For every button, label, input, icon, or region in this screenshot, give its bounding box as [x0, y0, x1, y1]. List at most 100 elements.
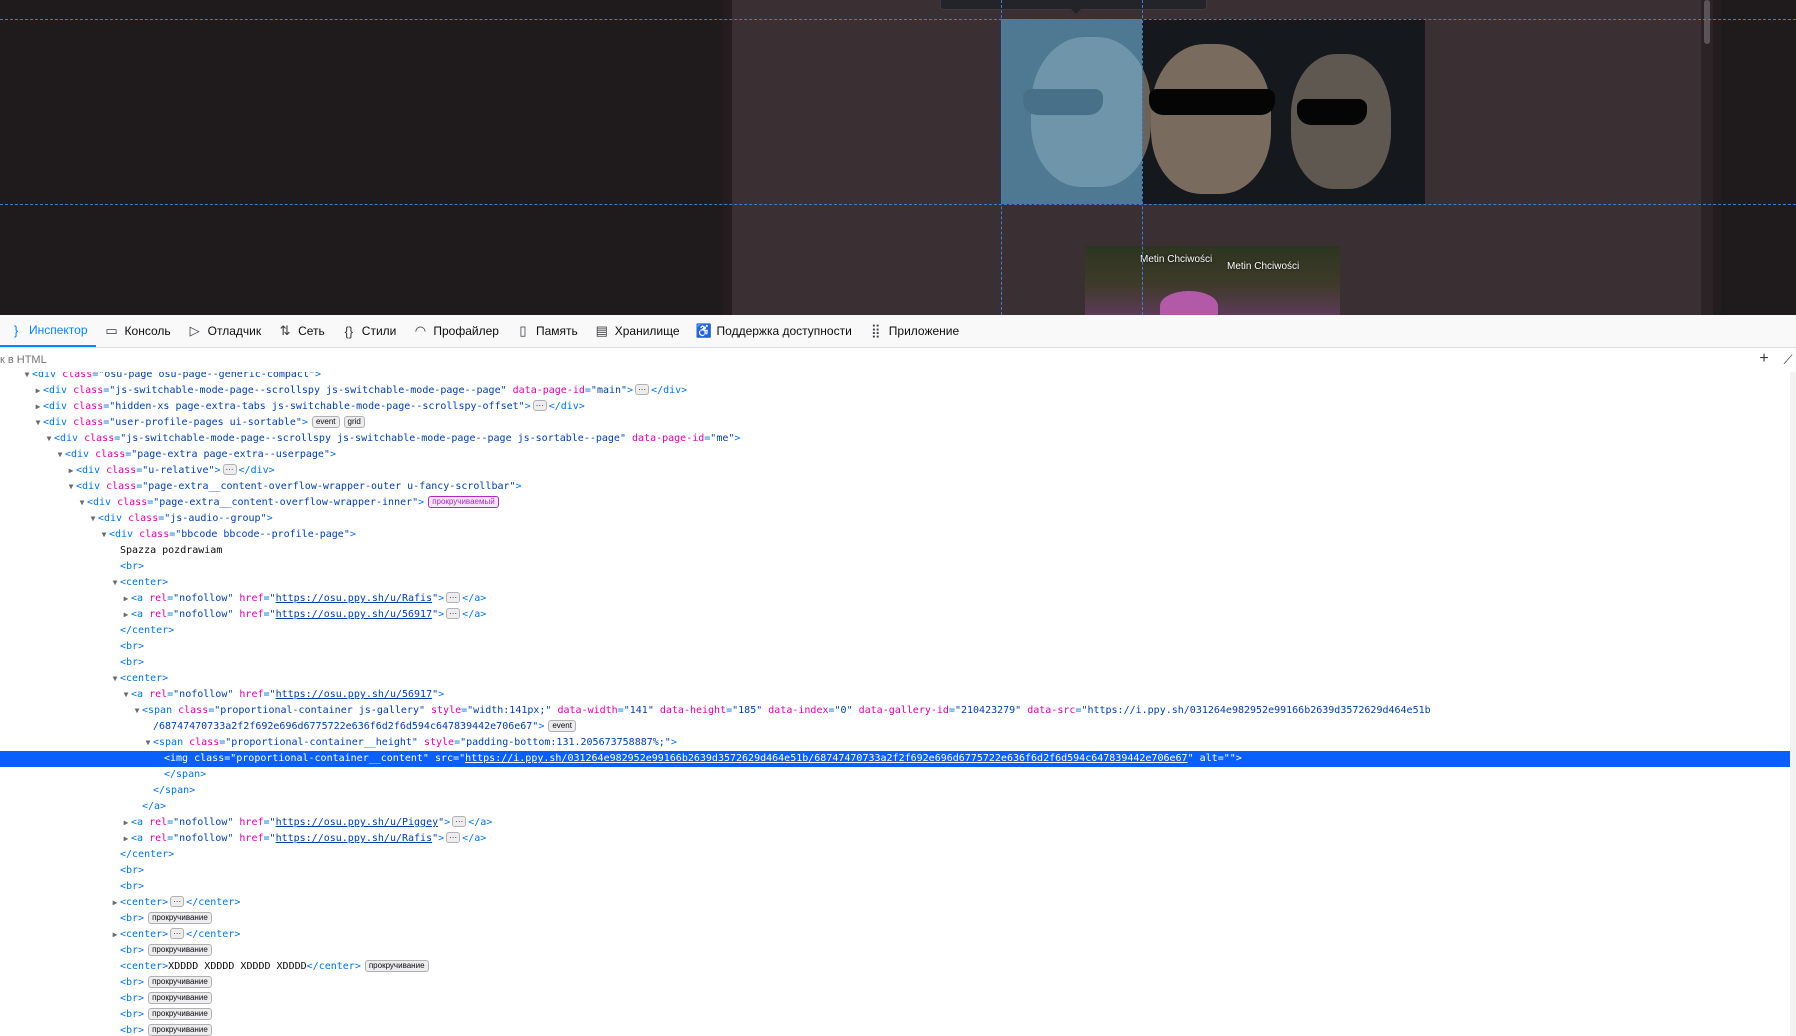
markup-node[interactable]: ▶ <a rel="nofollow" href="https://osu.ppy… — [0, 831, 1796, 847]
node-badge[interactable]: прокручивание — [148, 1024, 212, 1036]
expand-arrow-icon[interactable]: ▶ — [33, 383, 43, 399]
markup-scrollbar[interactable] — [1790, 372, 1796, 1036]
markup-node[interactable]: </a> — [0, 799, 1796, 815]
markup-node[interactable]: </center> — [0, 623, 1796, 639]
devtools-tab[interactable]: ⇅ Сеть — [269, 315, 333, 347]
markup-node[interactable]: <center>XDDDD XDDDD XDDDD XDDDD</center>… — [0, 959, 1796, 975]
markup-node[interactable]: ▼ <span class="proportional-container__he… — [0, 735, 1796, 751]
markup-node[interactable]: ▼ <center> — [0, 575, 1796, 591]
markup-node[interactable]: <br> — [0, 863, 1796, 879]
scrollable-badge[interactable]: прокручиваемый — [428, 496, 499, 508]
devtools-tab[interactable]: ▷ Отладчик — [179, 315, 269, 347]
markup-node[interactable]: <br> — [0, 559, 1796, 575]
node-badge[interactable]: grid — [343, 416, 365, 428]
expand-ellipsis-button[interactable]: ⋯ — [532, 400, 547, 411]
markup-node[interactable]: ▼ <div class="osu-page osu-page--generic-… — [0, 372, 1796, 383]
devtools-tab[interactable]: ♿ Поддержка доступности — [688, 315, 860, 347]
collapse-arrow-icon[interactable]: ▼ — [143, 735, 153, 751]
expand-arrow-icon[interactable]: ▶ — [121, 591, 131, 607]
expand-ellipsis-button[interactable]: ⋯ — [222, 464, 237, 475]
expand-ellipsis-button[interactable]: ⋯ — [446, 832, 461, 843]
markup-node[interactable]: </center> — [0, 847, 1796, 863]
devtools-tab[interactable]: } Инспектор — [0, 315, 96, 347]
node-badge[interactable]: прокручивание — [148, 944, 212, 956]
markup-node[interactable]: ▶ <a rel="nofollow" href="https://osu.ppy… — [0, 591, 1796, 607]
collapse-arrow-icon[interactable]: ▼ — [55, 447, 65, 463]
attribute-link[interactable]: https://osu.ppy.sh/u/Rafis — [276, 833, 433, 844]
attribute-link[interactable]: https://osu.ppy.sh/u/Piggey — [276, 817, 439, 828]
markup-node[interactable]: ▼ <div class="bbcode bbcode--profile-page… — [0, 527, 1796, 543]
markup-node[interactable]: ▼ <div class="js-switchable-mode-page--sc… — [0, 431, 1796, 447]
markup-node[interactable]: ▼ <a rel="nofollow" href="https://osu.ppy… — [0, 687, 1796, 703]
attribute-link[interactable]: https://osu.ppy.sh/u/Rafis — [276, 593, 433, 604]
expand-arrow-icon[interactable]: ▶ — [33, 399, 43, 415]
eyedropper-icon[interactable]: ⟋ — [1778, 352, 1796, 368]
expand-arrow-icon[interactable]: ▶ — [110, 927, 120, 943]
node-badge[interactable]: прокручивание — [148, 912, 212, 924]
markup-node[interactable]: ▶ <div class="u-relative"> ⋯ </div> — [0, 463, 1796, 479]
markup-node[interactable]: <br> — [0, 655, 1796, 671]
markup-node[interactable]: ▼ <div class="page-extra__content-overflo… — [0, 495, 1796, 511]
node-badge[interactable]: прокручивание — [364, 960, 429, 972]
devtools-tab[interactable]: ▭ Консоль — [96, 315, 179, 347]
markup-node[interactable]: <br> — [0, 879, 1796, 895]
expand-ellipsis-button[interactable]: ⋯ — [635, 384, 650, 395]
collapse-arrow-icon[interactable]: ▼ — [44, 431, 54, 447]
devtools-tab[interactable]: ◠ Профайлер — [404, 315, 507, 347]
markup-node[interactable]: /68747470733a2f2f692e696d6775722e636f6d2… — [0, 719, 1796, 735]
collapse-arrow-icon[interactable]: ▼ — [110, 671, 120, 687]
markup-node[interactable]: <br> прокручивание — [0, 991, 1796, 1007]
attribute-link[interactable]: https://osu.ppy.sh/u/56917 — [276, 609, 433, 620]
expand-ellipsis-button[interactable]: ⋯ — [170, 896, 185, 907]
collapse-arrow-icon[interactable]: ▼ — [99, 527, 109, 543]
node-badge[interactable]: прокручивание — [148, 976, 212, 988]
collapse-arrow-icon[interactable]: ▼ — [110, 575, 120, 591]
attribute-link[interactable]: https://i.ppy.sh/031264e982952e99166b263… — [465, 753, 1187, 764]
markup-node[interactable]: <br> прокручивание — [0, 1007, 1796, 1023]
expand-arrow-icon[interactable]: ▶ — [121, 607, 131, 623]
expand-arrow-icon[interactable]: ▶ — [121, 815, 131, 831]
expand-arrow-icon[interactable]: ▶ — [66, 463, 76, 479]
collapse-arrow-icon[interactable]: ▼ — [77, 495, 87, 511]
page-scrollbar-thumb[interactable] — [1704, 0, 1710, 44]
markup-node[interactable]: ▶ <center> ⋯ </center> — [0, 895, 1796, 911]
expand-ellipsis-button[interactable]: ⋯ — [452, 816, 467, 827]
game-screenshot[interactable] — [1085, 246, 1340, 315]
collapse-arrow-icon[interactable]: ▼ — [132, 703, 142, 719]
markup-node[interactable]: ▼ <div class="page-extra page-extra--user… — [0, 447, 1796, 463]
collapse-arrow-icon[interactable]: ▼ — [66, 479, 76, 495]
markup-node[interactable]: ▶ <a rel="nofollow" href="https://osu.ppy… — [0, 607, 1796, 623]
node-badge[interactable]: event — [311, 416, 340, 428]
expand-ellipsis-button[interactable]: ⋯ — [446, 592, 461, 603]
markup-node[interactable]: ▼ <div class="page-extra__content-overflo… — [0, 479, 1796, 495]
markup-node[interactable]: ▼ <span class="proportional-container js-… — [0, 703, 1796, 719]
node-badge[interactable]: прокручивание — [148, 992, 212, 1004]
collapse-arrow-icon[interactable]: ▼ — [121, 687, 131, 703]
expand-arrow-icon[interactable]: ▶ — [121, 831, 131, 847]
markup-node[interactable]: </span> — [0, 783, 1796, 799]
markup-node[interactable]: Spazza pozdrawiam — [0, 543, 1796, 559]
markup-node[interactable]: ▼ <div class="js-audio--group"> — [0, 511, 1796, 527]
markup-node[interactable]: ▶ <div class="hidden-xs page-extra-tabs j… — [0, 399, 1796, 415]
collapse-arrow-icon[interactable]: ▼ — [88, 511, 98, 527]
search-html-input[interactable] — [0, 351, 1700, 369]
markup-node[interactable]: ▶ <div class="js-switchable-mode-page--sc… — [0, 383, 1796, 399]
markup-node[interactable]: <br> прокручивание — [0, 975, 1796, 991]
plus-icon[interactable]: + — [1754, 350, 1774, 368]
attribute-link[interactable]: https://osu.ppy.sh/u/56917 — [276, 689, 433, 700]
devtools-tab[interactable]: ▤ Хранилище — [586, 315, 688, 347]
expand-ellipsis-button[interactable]: ⋯ — [170, 928, 185, 939]
devtools-tab[interactable]: {} Стили — [333, 315, 405, 347]
markup-node[interactable]: ▼ <center> — [0, 671, 1796, 687]
markup-node-selected[interactable]: <img class="proportional-container__cont… — [0, 751, 1796, 767]
markup-node[interactable]: <br> — [0, 639, 1796, 655]
markup-node[interactable]: </span> — [0, 767, 1796, 783]
devtools-tab[interactable]: ▯ Память — [507, 315, 586, 347]
node-badge[interactable]: прокручивание — [148, 1008, 212, 1020]
expand-arrow-icon[interactable]: ▶ — [110, 895, 120, 911]
page-scrollbar[interactable] — [1701, 0, 1713, 315]
markup-node[interactable]: <br> прокручивание — [0, 943, 1796, 959]
markup-node[interactable]: <br> прокручивание — [0, 911, 1796, 927]
collapse-arrow-icon[interactable]: ▼ — [33, 415, 43, 431]
node-badge[interactable]: event — [548, 720, 576, 732]
